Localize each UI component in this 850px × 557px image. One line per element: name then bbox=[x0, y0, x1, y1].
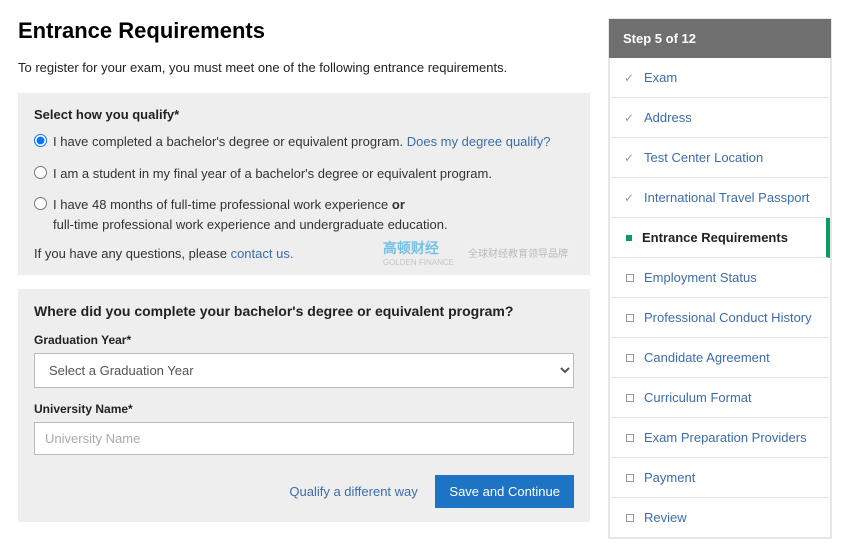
step-item-label: Exam Preparation Providers bbox=[644, 430, 807, 445]
watermark-tag: 全球财经教育领导品牌 bbox=[462, 242, 574, 263]
step-item-9[interactable]: Exam Preparation Providers bbox=[610, 418, 830, 458]
page-title: Entrance Requirements bbox=[18, 18, 590, 44]
degree-qualify-link[interactable]: Does my degree qualify? bbox=[407, 134, 551, 149]
step-item-8[interactable]: Curriculum Format bbox=[610, 378, 830, 418]
step-item-label: Professional Conduct History bbox=[644, 310, 812, 325]
step-item-label: Candidate Agreement bbox=[644, 350, 770, 365]
qualify-option-1-text: I have completed a bachelor's degree or … bbox=[53, 134, 403, 149]
step-item-label: Test Center Location bbox=[644, 150, 763, 165]
step-item-label: Entrance Requirements bbox=[642, 230, 788, 245]
step-sidebar: Step 5 of 12 Exam Address Test Center Loca… bbox=[608, 18, 832, 539]
degree-heading: Where did you complete your bachelor's d… bbox=[34, 303, 574, 319]
step-header: Step 5 of 12 bbox=[609, 19, 831, 58]
step-list: Exam Address Test Center Location Internati… bbox=[609, 58, 831, 538]
qualify-option-3b-text: full-time professional work experience a… bbox=[53, 217, 448, 232]
step-item-3[interactable]: International Travel Passport bbox=[610, 178, 830, 218]
questions-note-prefix: If you have any questions, please bbox=[34, 246, 231, 261]
contact-us-link[interactable]: contact us. bbox=[231, 246, 294, 261]
qualify-option-3a-text: I have 48 months of full-time profession… bbox=[53, 197, 392, 212]
step-item-1[interactable]: Address bbox=[610, 98, 830, 138]
qualify-panel: Select how you qualify* I have completed… bbox=[18, 93, 590, 275]
watermark-sub: GOLDEN FINANCE bbox=[383, 258, 454, 267]
step-item-label: Address bbox=[644, 110, 692, 125]
qualify-heading: Select how you qualify* bbox=[34, 107, 574, 122]
step-item-10[interactable]: Payment bbox=[610, 458, 830, 498]
qualify-different-link[interactable]: Qualify a different way bbox=[289, 484, 417, 499]
step-item-label: Employment Status bbox=[644, 270, 757, 285]
university-label: University Name* bbox=[34, 402, 574, 416]
step-item-label: Exam bbox=[644, 70, 677, 85]
save-continue-button[interactable]: Save and Continue bbox=[435, 475, 574, 508]
step-item-5[interactable]: Employment Status bbox=[610, 258, 830, 298]
watermark-logo: 高顿财经 bbox=[383, 240, 439, 256]
intro-text: To register for your exam, you must meet… bbox=[18, 60, 590, 75]
step-item-7[interactable]: Candidate Agreement bbox=[610, 338, 830, 378]
qualify-option-2-text: I am a student in my final year of a bac… bbox=[53, 164, 574, 184]
qualify-option-3[interactable]: I have 48 months of full-time profession… bbox=[34, 195, 574, 234]
grad-year-label: Graduation Year* bbox=[34, 333, 574, 347]
qualify-option-1[interactable]: I have completed a bachelor's degree or … bbox=[34, 132, 574, 152]
university-input[interactable] bbox=[34, 422, 574, 455]
step-item-label: Review bbox=[644, 510, 687, 525]
step-item-11[interactable]: Review bbox=[610, 498, 830, 537]
watermark: 高顿财经 GOLDEN FINANCE 全球财经教育领导品牌 bbox=[383, 238, 574, 267]
step-item-6[interactable]: Professional Conduct History bbox=[610, 298, 830, 338]
grad-year-select[interactable]: Select a Graduation Year bbox=[34, 353, 574, 388]
step-item-4[interactable]: Entrance Requirements bbox=[610, 218, 830, 258]
degree-panel: Where did you complete your bachelor's d… bbox=[18, 289, 590, 522]
step-item-0[interactable]: Exam bbox=[610, 58, 830, 98]
qualify-radio-1[interactable] bbox=[34, 134, 47, 147]
qualify-option-2[interactable]: I am a student in my final year of a bac… bbox=[34, 164, 574, 184]
qualify-radio-2[interactable] bbox=[34, 166, 47, 179]
qualify-radio-3[interactable] bbox=[34, 197, 47, 210]
step-item-label: Payment bbox=[644, 470, 695, 485]
step-item-2[interactable]: Test Center Location bbox=[610, 138, 830, 178]
step-item-label: Curriculum Format bbox=[644, 390, 752, 405]
qualify-option-3-or: or bbox=[392, 197, 405, 212]
step-item-label: International Travel Passport bbox=[644, 190, 809, 205]
